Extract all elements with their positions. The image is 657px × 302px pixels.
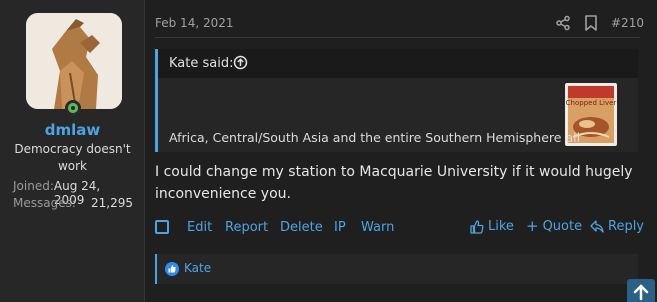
arrow-up-circle-icon[interactable] — [233, 55, 248, 70]
online-status-icon — [65, 100, 81, 116]
reply-label: Reply — [608, 219, 645, 234]
report-button[interactable]: Report — [225, 220, 268, 235]
username[interactable]: dmlaw — [0, 121, 145, 139]
reactions-bar: Kate — [155, 254, 638, 284]
quote-button[interactable]: + Quote — [526, 217, 583, 235]
stat-messages: Messages: 21,295 — [13, 196, 133, 210]
arrow-up-icon — [633, 284, 649, 301]
quote-header[interactable]: Kate said: — [158, 49, 638, 78]
select-post-checkbox[interactable] — [155, 220, 169, 234]
ip-button[interactable]: IP — [334, 220, 346, 235]
share-icon[interactable] — [555, 15, 571, 31]
plus-icon: + — [526, 217, 539, 235]
avatar[interactable] — [26, 13, 122, 109]
thumb-label: Chopped Liver — [566, 99, 617, 107]
quote-block: Kate said: Chopped Liver Africa, Central… — [155, 49, 638, 152]
user-title: Democracy doesn't work — [14, 142, 131, 173]
quote-label: Quote — [542, 219, 583, 234]
avatar-image — [26, 13, 122, 109]
reply-button[interactable]: Reply — [590, 219, 644, 234]
warn-button[interactable]: Warn — [361, 220, 394, 235]
quote-author: Kate said: — [169, 56, 234, 71]
user-column: dmlaw Democracy doesn't work Joined: Aug… — [0, 0, 145, 302]
like-label: Like — [488, 219, 514, 234]
stat-value: 21,295 — [91, 196, 133, 210]
post-container: dmlaw Democracy doesn't work Joined: Aug… — [0, 0, 657, 302]
like-button[interactable]: Like — [470, 219, 514, 234]
bookmark-icon[interactable] — [584, 15, 598, 31]
header-divider — [155, 37, 640, 38]
post-date[interactable]: Feb 14, 2021 — [155, 16, 234, 30]
post-body: I could change my station to Macquarie U… — [155, 164, 633, 202]
quote-text: Africa, Central/South Asia and the entir… — [169, 130, 581, 145]
stat-label: Messages: — [13, 196, 76, 210]
scroll-to-top-button[interactable] — [627, 279, 655, 302]
post-number[interactable]: #210 — [611, 16, 644, 30]
like-reaction-icon — [165, 262, 179, 276]
edit-button[interactable]: Edit — [187, 220, 212, 235]
reaction-user-link[interactable]: Kate — [184, 261, 211, 275]
delete-button[interactable]: Delete — [280, 220, 323, 235]
reply-icon — [590, 220, 604, 233]
thumbs-up-icon — [470, 219, 484, 234]
